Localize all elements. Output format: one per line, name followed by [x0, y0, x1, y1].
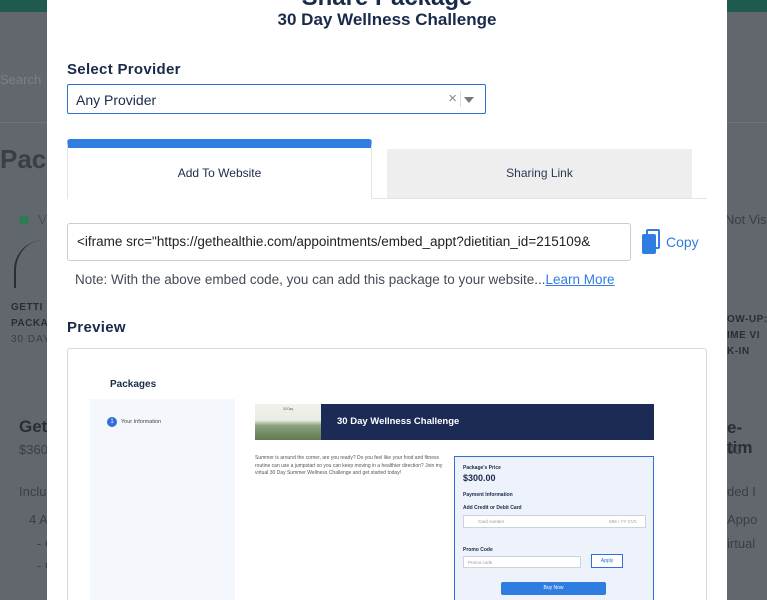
price-value: $300.00 [463, 473, 496, 483]
background-card-includes: Inclu [19, 484, 47, 499]
card-heading: Add Credit or Debit Card [463, 505, 522, 511]
modal-subtitle: 30 Day Wellness Challenge [277, 10, 497, 29]
background-card-price: $360 [19, 442, 48, 457]
card-number-placeholder: Card number [478, 519, 505, 524]
expiry-cvc-placeholder: MM / YY CVC [609, 519, 637, 524]
curved-arrow-icon [14, 240, 48, 288]
step-number-badge: 1 [107, 417, 117, 427]
background-card-item-right: irtual [727, 536, 756, 551]
background-search-hint: Search [0, 72, 42, 87]
provider-select-value: Any Provider [76, 92, 157, 108]
preview-step: 1 Your Information [107, 417, 161, 427]
apply-button[interactable]: Apply [591, 554, 623, 568]
provider-select[interactable]: Any Provider × [67, 84, 486, 114]
tab-sharing-link[interactable]: Sharing Link [387, 149, 692, 198]
payment-heading: Payment Information [463, 492, 513, 498]
preview-sidebar: 1 Your Information [90, 399, 235, 600]
price-label: Package's Price [463, 465, 501, 471]
share-package-modal: Share Package 30 Day Wellness Challenge … [47, 0, 727, 600]
background-card-heading-right: OW-UP: IME VI K-IN [727, 314, 767, 357]
select-provider-label: Select Provider [67, 61, 181, 78]
background-card-price-right: 00 [727, 442, 742, 457]
thumbnail-caption: 30 Day [282, 407, 294, 411]
copy-icon [642, 229, 660, 255]
package-banner: 30 Day Wellness Challenge [321, 404, 654, 440]
preview-label: Preview [67, 319, 126, 336]
background-card-item-count: 4 A [29, 512, 48, 527]
embed-code-field[interactable]: <iframe src="https://gethealthie.com/app… [67, 223, 631, 261]
background-card-title: Get [19, 417, 48, 436]
background-card-heading: GETTI PACKA [11, 302, 49, 329]
preview-frame: Packages 1 Your Information 30 Day 30 Da… [67, 348, 707, 600]
select-separator [460, 91, 461, 107]
clear-icon[interactable]: × [448, 90, 457, 107]
preview-packages-heading: Packages [110, 379, 157, 390]
embed-note-text: Note: With the above embed code, you can… [75, 272, 546, 287]
card-number-field[interactable]: Card number MM / YY CVC [463, 515, 646, 528]
embed-note: Note: With the above embed code, you can… [75, 272, 615, 287]
package-thumbnail-image: 30 Day [255, 404, 321, 440]
learn-more-link[interactable]: Learn More [546, 272, 615, 287]
visibility-dot-icon [19, 215, 29, 225]
copy-label: Copy [666, 234, 699, 250]
tab-add-to-website[interactable]: Add To Website [67, 139, 372, 199]
promo-placeholder: Promo code [468, 560, 493, 565]
copy-button[interactable]: Copy [642, 229, 699, 255]
step-label: Your Information [121, 419, 162, 425]
checkout-card: Package's Price $300.00 Payment Informat… [454, 456, 654, 600]
background-card-duration: 30 DAY [11, 334, 51, 345]
buy-now-button[interactable]: Buy Now [501, 582, 606, 595]
background-card-item-right: Appo [727, 512, 758, 527]
promo-code-field[interactable]: Promo code [463, 556, 581, 568]
background-card-includes-right: ded I [727, 484, 756, 499]
chevron-down-icon[interactable] [464, 97, 474, 103]
background-visibility-right: Not Vis [725, 212, 767, 227]
tab-divider [372, 198, 707, 199]
promo-heading: Promo Code [463, 547, 493, 553]
package-description: Summer is around the corner, are you rea… [255, 455, 443, 476]
package-banner-title: 30 Day Wellness Challenge [337, 416, 460, 427]
